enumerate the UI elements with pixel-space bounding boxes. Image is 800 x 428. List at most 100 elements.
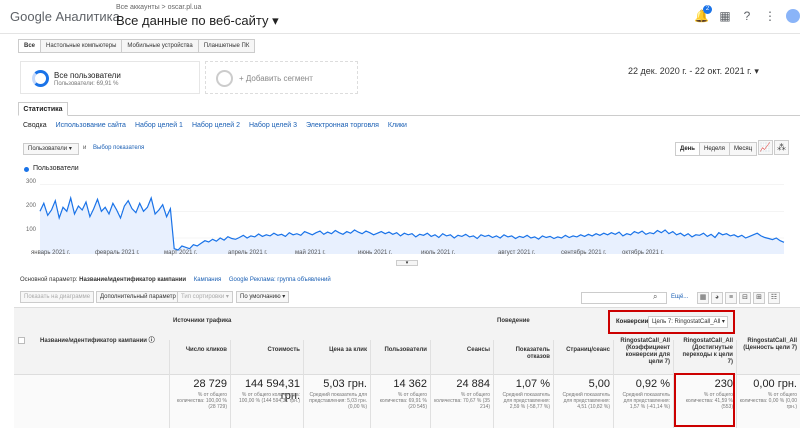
metric-vs-label: и — [83, 145, 87, 151]
app-logo[interactable]: Google Аналитика — [10, 9, 120, 24]
compare-view-icon[interactable]: ⊟ — [739, 292, 751, 304]
caret-down-icon: ▾ — [754, 66, 759, 76]
total-subtext: % от общего количества: 0,00 % (0,00 грн… — [739, 392, 797, 410]
granularity-toggle: День Неделя Месяц — [675, 142, 758, 156]
granularity-month[interactable]: Месяц — [729, 143, 757, 155]
explorer-tab-goal-set-1[interactable]: Набор целей 1 — [135, 122, 183, 129]
device-tab-mobile[interactable]: Мобильные устройства — [122, 40, 199, 52]
granularity-day[interactable]: День — [676, 143, 700, 155]
explorer-tab-goal-set-3[interactable]: Набор целей 3 — [249, 122, 297, 129]
goal-select[interactable]: Цель 7: RingostatCall_All ▾ — [648, 316, 728, 328]
sort-type-label: Тип сортировки — [181, 294, 225, 300]
add-segment-button[interactable]: + Добавить сегмент — [205, 61, 358, 94]
pie-view-icon[interactable]: ◕ — [711, 292, 723, 304]
column-header[interactable]: Страниц/сеанс — [556, 347, 610, 354]
column-header[interactable]: Стоимость — [233, 347, 300, 354]
segment-all-users[interactable]: Все пользователи Пользователи: 69,91 % — [20, 61, 200, 94]
column-header[interactable]: Цена за клик — [306, 347, 367, 354]
motion-chart-icon[interactable]: ⁂ — [774, 140, 789, 155]
explorer-tab-ecommerce[interactable]: Электронная торговля — [306, 122, 379, 129]
device-tabs: Все Настольные компьютеры Мобильные устр… — [18, 39, 256, 53]
caret-down-icon: ▾ — [225, 294, 229, 300]
date-range-text: 22 дек. 2020 г. - 22 окт. 2021 г. — [628, 66, 752, 76]
granularity-week[interactable]: Неделя — [700, 143, 730, 155]
apps-grid-icon[interactable]: ▦ — [718, 9, 732, 23]
explorer-tab-summary[interactable]: Сводка — [23, 122, 47, 129]
default-sort-label: По умолчанию — [240, 294, 281, 300]
caret-down-icon: ▾ — [721, 319, 725, 325]
column-header[interactable]: RingostatCall_All (Достигнутые переходы … — [676, 338, 733, 366]
view-title: Все данные по веб-сайту — [116, 13, 269, 28]
help-icon[interactable]: ? — [740, 9, 754, 23]
legend-label: Пользователи — [33, 165, 79, 172]
device-tab-all[interactable]: Все — [19, 40, 42, 52]
pick-metric-link[interactable]: Выбор показателя — [93, 145, 144, 151]
x-tick-label: август 2021 г. — [498, 250, 536, 256]
total-subtext: % от общего количества: 69,91 % (20 545) — [379, 392, 427, 410]
tab-statistics[interactable]: Статистика — [18, 102, 68, 116]
x-tick-label: февраль 2021 г. — [95, 250, 140, 256]
explorer-tab-goal-set-2[interactable]: Набор целей 2 — [192, 122, 240, 129]
date-range-picker[interactable]: 22 дек. 2020 г. - 22 окт. 2021 г. ▾ — [628, 66, 759, 77]
table-view-icon[interactable]: ▦ — [697, 292, 709, 304]
metric-select[interactable]: Пользователи ▾ — [23, 143, 79, 155]
advanced-filter-link[interactable]: Ещё... — [671, 294, 688, 300]
column-header[interactable]: RingostatCall_All (Ценность цели 7) — [739, 338, 797, 352]
x-tick-label: сентябрь 2021 г. — [561, 250, 607, 256]
column-header[interactable]: RingostatCall_All (Коэффициент конверсии… — [616, 338, 670, 366]
total-value: 0,92 % — [635, 378, 670, 390]
chart-collapse-handle[interactable]: ▾ — [396, 260, 418, 266]
total-subtext: % от общего количества: 100,00 % (28 729… — [176, 392, 227, 410]
help-icon: ⓘ — [148, 338, 155, 344]
explorer-tab-clicks[interactable]: Клики — [388, 122, 407, 129]
explorer-tabs: Сводка Использование сайта Набор целей 1… — [23, 122, 407, 129]
view-selector[interactable]: Все данные по веб-сайту ▾ — [116, 13, 279, 29]
plot-rows-button[interactable]: Показать на диаграмме — [20, 291, 95, 303]
segment-ring-icon — [32, 70, 49, 87]
explorer-tab-site-usage[interactable]: Использование сайта — [56, 122, 126, 129]
primary-dim-campaign[interactable]: Кампания — [194, 277, 221, 283]
breadcrumb[interactable]: Все аккаунты > oscar.pl.ua — [116, 4, 201, 11]
line-chart-icon[interactable]: 📈 — [758, 140, 773, 155]
conversions-label: Конверсии — [616, 319, 649, 325]
column-separator — [370, 340, 371, 428]
column-separator — [430, 340, 431, 428]
column-separator — [230, 340, 231, 428]
col-campaign[interactable]: Название/идентификатор кампании ⓘ — [40, 338, 160, 345]
total-value: 5,03 грн. — [323, 378, 367, 390]
device-tab-tablet[interactable]: Планшетные ПК — [199, 40, 255, 52]
default-sort-select[interactable]: По умолчанию ▾ — [236, 291, 290, 303]
sort-type-select[interactable]: Тип сортировки ▾ — [177, 291, 233, 303]
column-separator — [493, 340, 494, 428]
primary-dimension-bar: Основной параметр: Название/идентификато… — [20, 277, 331, 283]
col-campaign-label: Название/идентификатор кампании — [40, 338, 147, 344]
x-tick-label: июль 2021 г. — [421, 250, 456, 256]
caret-down-icon: ▾ — [282, 294, 286, 300]
device-tab-desktop[interactable]: Настольные компьютеры — [41, 40, 123, 52]
secondary-dimension-select[interactable]: Дополнительный параметр ▾ — [96, 291, 185, 303]
custom-view-icon[interactable]: ☷ — [768, 292, 780, 304]
total-value: 5,00 — [588, 378, 610, 390]
column-header[interactable]: Число кликов — [172, 347, 227, 354]
total-subtext: Средний показатель для представления: 1,… — [622, 392, 670, 410]
users-line-chart — [39, 184, 785, 254]
total-subtext: % от общего количества: 100,00 % (144 59… — [238, 392, 300, 404]
column-header[interactable]: Показатель отказов — [496, 347, 550, 361]
primary-dim-adgroup[interactable]: Google Реклама: группа объявлений — [229, 277, 331, 283]
primary-dim-selected[interactable]: Название/идентификатор кампании — [79, 277, 186, 283]
total-subtext: Средний показатель для представления: 5,… — [309, 392, 367, 410]
metric-select-value: Пользователи — [28, 146, 68, 152]
total-value: 14 362 — [393, 378, 427, 390]
pivot-view-icon[interactable]: ⊞ — [753, 292, 765, 304]
total-value: 1,07 % — [515, 378, 550, 390]
bar-view-icon[interactable]: ≡ — [725, 292, 737, 304]
search-icon[interactable]: ⌕ — [653, 292, 657, 302]
column-header[interactable]: Сеансы — [433, 347, 490, 354]
column-header[interactable]: Пользователи — [373, 347, 427, 354]
caret-down-icon: ▾ — [68, 146, 72, 152]
avatar[interactable] — [786, 9, 800, 23]
conversions-selector-highlight: Конверсии Цель 7: RingostatCall_All ▾ — [608, 310, 735, 334]
select-all-checkbox[interactable] — [18, 337, 25, 344]
more-vert-icon[interactable]: ⋮ — [763, 9, 777, 23]
total-subtext: Средний показатель для представления: 4,… — [562, 392, 610, 410]
